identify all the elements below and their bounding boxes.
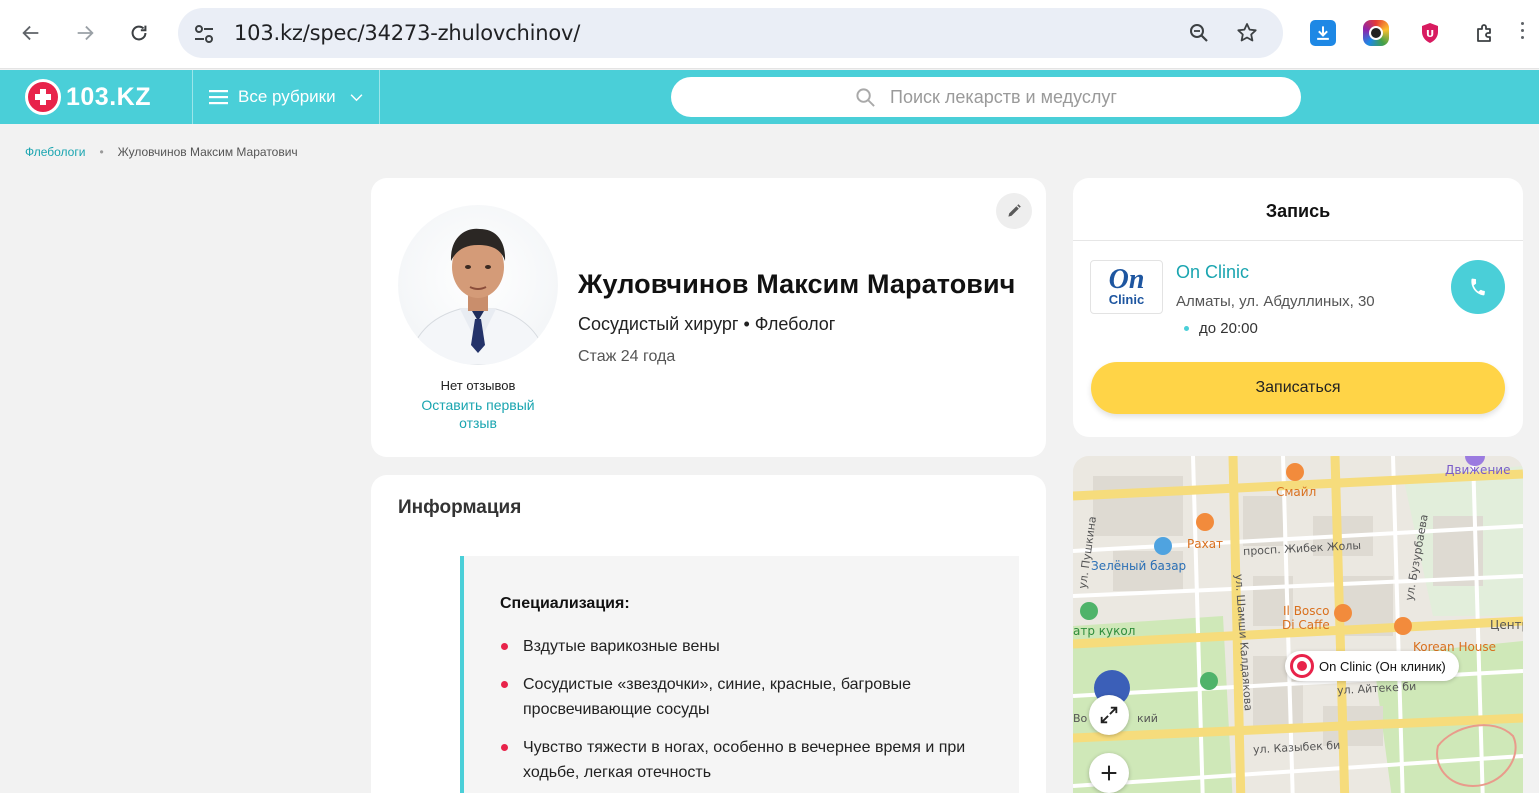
forward-button[interactable] (70, 18, 100, 48)
site-settings-icon[interactable] (192, 22, 216, 46)
url-text[interactable]: 103.kz/spec/34273-zhulovchinov/ (234, 21, 580, 45)
back-button[interactable] (16, 18, 46, 48)
rubrics-label: Все рубрики (238, 87, 336, 106)
address-bar[interactable]: 103.kz/spec/34273-zhulovchinov/ (178, 8, 1283, 58)
map-label: Il Bosco (1283, 604, 1330, 618)
pencil-icon (1008, 204, 1021, 217)
clinic-logo-top: On (1108, 264, 1145, 295)
search-input[interactable]: Поиск лекарств и медуслуг (671, 77, 1301, 117)
clinic-hours-text: до 20:00 (1199, 320, 1258, 337)
breadcrumb-separator: • (99, 145, 104, 159)
doctor-profile-card: Нет отзывов Оставить первый отзыв Жуловч… (371, 178, 1046, 457)
download-extension-icon[interactable] (1310, 20, 1336, 46)
map-label: Рахат (1187, 537, 1224, 551)
search-icon (856, 87, 875, 107)
clinic-address: Алматы, ул. Абдуллиных, 30 (1176, 293, 1375, 310)
map-label: кий (1137, 712, 1158, 725)
medical-cross-icon (25, 79, 61, 115)
breadcrumb-link-phlebologists[interactable]: Флебологи (25, 145, 85, 159)
list-item-text: Сосудистые «звездочки», синие, красные, … (523, 676, 912, 718)
map-zoom-in-button[interactable] (1089, 753, 1129, 793)
book-appointment-button[interactable]: Записаться (1091, 362, 1505, 414)
specialization-list: Вздутые варикозные вены Сосудистые «звез… (500, 634, 980, 793)
map-pin-on-clinic[interactable]: On Clinic (Он клиник) (1285, 651, 1459, 681)
logo-text: 103.KZ (66, 82, 151, 111)
bullet-icon (501, 744, 508, 751)
specialization-box: Специализация: Вздутые варикозные вены С… (460, 556, 1019, 793)
shield-extension-icon[interactable]: U (1417, 20, 1443, 46)
breadcrumb: Флебологи • Жуловчинов Максим Маратович (25, 145, 298, 159)
doctor-specialty: Сосудистый хирург • Флеболог (578, 314, 836, 334)
booking-title: Запись (1265, 201, 1331, 221)
map-label: Зелёный базар (1091, 559, 1187, 573)
doctor-experience: Стаж 24 года (578, 348, 676, 365)
specialization-heading: Специализация: (500, 595, 630, 612)
phone-icon (1471, 278, 1485, 296)
camera-extension-icon[interactable] (1363, 20, 1389, 46)
clinic-name-link[interactable]: On Clinic (1176, 262, 1249, 283)
map-label: Смайл (1276, 485, 1317, 499)
map-pin-label: On Clinic (Он клиник) (1319, 658, 1446, 674)
bullet-icon (501, 643, 508, 650)
booking-card: Запись On Clinic On Clinic Алматы, ул. А… (1073, 178, 1523, 437)
map-fullscreen-button[interactable] (1089, 695, 1129, 735)
open-status-dot (1184, 326, 1189, 331)
svg-text:U: U (1426, 29, 1434, 40)
menu-kebab-icon[interactable] (1521, 22, 1524, 39)
information-card: Информация Специализация: Вздутые варико… (371, 475, 1046, 793)
arrow-right-icon (77, 25, 94, 41)
extensions-icon[interactable] (1472, 20, 1498, 46)
bullet-icon (501, 681, 508, 688)
plus-icon (1101, 765, 1117, 781)
location-pin-icon (1290, 654, 1314, 678)
list-item: Сосудистые «звездочки», синие, красные, … (500, 672, 980, 722)
list-item: Вздутые варикозные вены (500, 634, 980, 659)
star-icon (1237, 23, 1257, 42)
map-label: Во (1073, 712, 1088, 725)
site-logo[interactable]: 103.KZ (25, 79, 151, 115)
zoom-button[interactable] (1186, 20, 1212, 46)
map-label: Di Caffe (1282, 618, 1330, 632)
call-button[interactable] (1451, 260, 1505, 314)
header-divider (192, 70, 193, 124)
clinic-logo[interactable]: On Clinic (1090, 260, 1163, 314)
doctor-photo (398, 205, 558, 365)
header-divider (379, 70, 380, 124)
arrow-left-icon (22, 25, 39, 41)
clinic-hours: до 20:00 (1184, 320, 1258, 337)
site-header: 103.KZ Все рубрики Поиск лекарств и меду… (0, 70, 1539, 124)
browser-toolbar: 103.kz/spec/34273-zhulovchinov/ U (0, 0, 1539, 69)
all-rubrics-menu[interactable]: Все рубрики (209, 87, 363, 107)
clinic-logo-bottom: Clinic (1108, 292, 1145, 307)
reload-button[interactable] (124, 18, 154, 48)
chevron-down-icon (350, 93, 363, 101)
doctor-name: Жуловчинов Максим Маратович (578, 269, 1016, 299)
expand-icon (1100, 706, 1118, 724)
bookmark-button[interactable] (1234, 20, 1260, 46)
search-placeholder: Поиск лекарств и медуслуг (890, 86, 1117, 107)
list-item: Чувство тяжести в ногах, особенно в вече… (500, 735, 980, 785)
hamburger-icon (209, 90, 228, 105)
map-label: атр кукол (1073, 624, 1136, 638)
divider (1073, 240, 1523, 241)
list-item-text: Чувство тяжести в ногах, особенно в вече… (523, 739, 966, 781)
info-title: Информация (398, 497, 522, 518)
no-reviews-text: Нет отзывов (440, 378, 516, 393)
map-widget[interactable]: Движение Смайл Рахат Зелёный базар просп… (1073, 456, 1523, 793)
map-label: Центр (1490, 618, 1523, 632)
edit-button[interactable] (996, 193, 1032, 229)
leave-review-link[interactable]: Оставить первый отзыв (413, 396, 543, 432)
map-label: Движение (1445, 463, 1511, 477)
zoom-icon (1190, 24, 1208, 42)
list-item-text: Вздутые варикозные вены (523, 638, 720, 655)
reload-icon (131, 25, 147, 41)
breadcrumb-current: Жуловчинов Максим Маратович (117, 145, 298, 159)
